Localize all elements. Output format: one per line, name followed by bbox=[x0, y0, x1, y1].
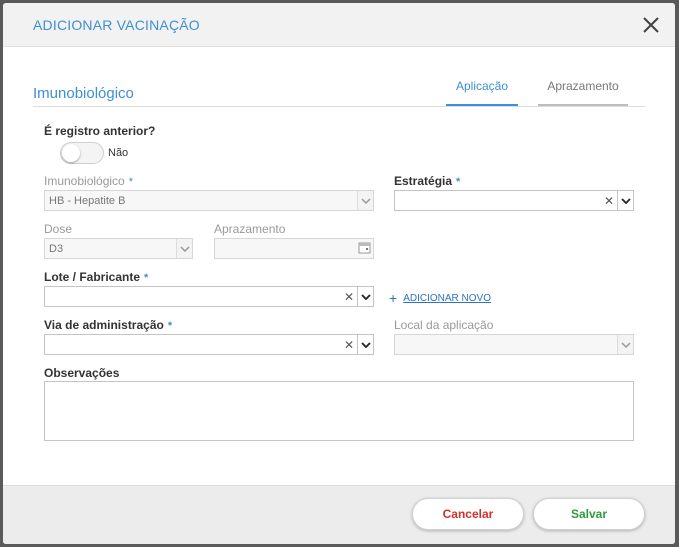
calendar-icon[interactable] bbox=[358, 241, 371, 254]
lote-label: Lote / Fabricante * bbox=[44, 270, 149, 284]
modal-header: ADICIONAR VACINAÇÃO bbox=[3, 3, 675, 47]
add-new-label: ADICIONAR NOVO bbox=[403, 292, 491, 304]
via-label: Via de administração * bbox=[44, 318, 173, 332]
chevron-down-icon[interactable] bbox=[357, 287, 373, 306]
modal-title: ADICIONAR VACINAÇÃO bbox=[33, 17, 200, 33]
required-mark: * bbox=[456, 176, 461, 188]
dose-select[interactable]: D3 bbox=[44, 238, 193, 259]
chevron-down-icon[interactable] bbox=[357, 335, 373, 354]
chevron-down-icon[interactable] bbox=[617, 335, 633, 354]
imunobiologico-value: HB - Hepatite B bbox=[49, 195, 126, 207]
dose-label: Dose bbox=[44, 222, 73, 236]
imunobiologico-label: Imunobiológico * bbox=[44, 174, 133, 188]
clear-icon[interactable]: ✕ bbox=[344, 290, 354, 304]
aprazamento-date-input[interactable] bbox=[214, 238, 374, 259]
add-new-lote-link[interactable]: + ADICIONAR NOVO bbox=[389, 290, 491, 306]
imunobiologico-select[interactable]: HB - Hepatite B bbox=[44, 190, 374, 211]
observacoes-label: Observações bbox=[44, 366, 120, 380]
save-button[interactable]: Salvar bbox=[533, 498, 645, 530]
chevron-down-icon[interactable] bbox=[357, 191, 373, 210]
local-label: Local da aplicação bbox=[394, 318, 494, 332]
required-mark: * bbox=[144, 272, 149, 284]
registro-anterior-label: É registro anterior? bbox=[44, 124, 156, 138]
cancel-button[interactable]: Cancelar bbox=[412, 498, 524, 530]
estrategia-select[interactable]: ✕ bbox=[394, 190, 634, 211]
clear-icon[interactable]: ✕ bbox=[604, 194, 614, 208]
toggle-knob bbox=[62, 144, 80, 162]
section-title: Imunobiológico bbox=[33, 85, 134, 102]
lote-select[interactable]: ✕ bbox=[44, 286, 374, 307]
local-select[interactable] bbox=[394, 334, 634, 355]
modal-footer: Cancelar Salvar bbox=[3, 485, 675, 544]
observacoes-textarea[interactable] bbox=[44, 381, 634, 441]
chevron-down-icon[interactable] bbox=[176, 239, 192, 258]
registro-anterior-toggle-text: Não bbox=[108, 147, 129, 159]
dose-value: D3 bbox=[49, 243, 64, 255]
tabs-divider bbox=[33, 106, 645, 107]
tab-aplicacao[interactable]: Aplicação bbox=[446, 79, 518, 107]
required-mark: * bbox=[128, 176, 133, 188]
aprazamento-label: Aprazamento bbox=[214, 222, 286, 236]
clear-icon[interactable]: ✕ bbox=[344, 338, 354, 352]
plus-icon: + bbox=[389, 290, 398, 306]
chevron-down-icon[interactable] bbox=[617, 191, 633, 210]
via-select[interactable]: ✕ bbox=[44, 334, 374, 355]
tab-aprazamento[interactable]: Aprazamento bbox=[538, 79, 628, 107]
estrategia-label: Estratégia * bbox=[394, 174, 461, 188]
add-vaccination-modal: ADICIONAR VACINAÇÃO Imunobiológico Aplic… bbox=[3, 3, 675, 544]
required-mark: * bbox=[167, 320, 173, 332]
registro-anterior-toggle[interactable] bbox=[60, 142, 104, 164]
close-icon[interactable] bbox=[641, 15, 661, 35]
